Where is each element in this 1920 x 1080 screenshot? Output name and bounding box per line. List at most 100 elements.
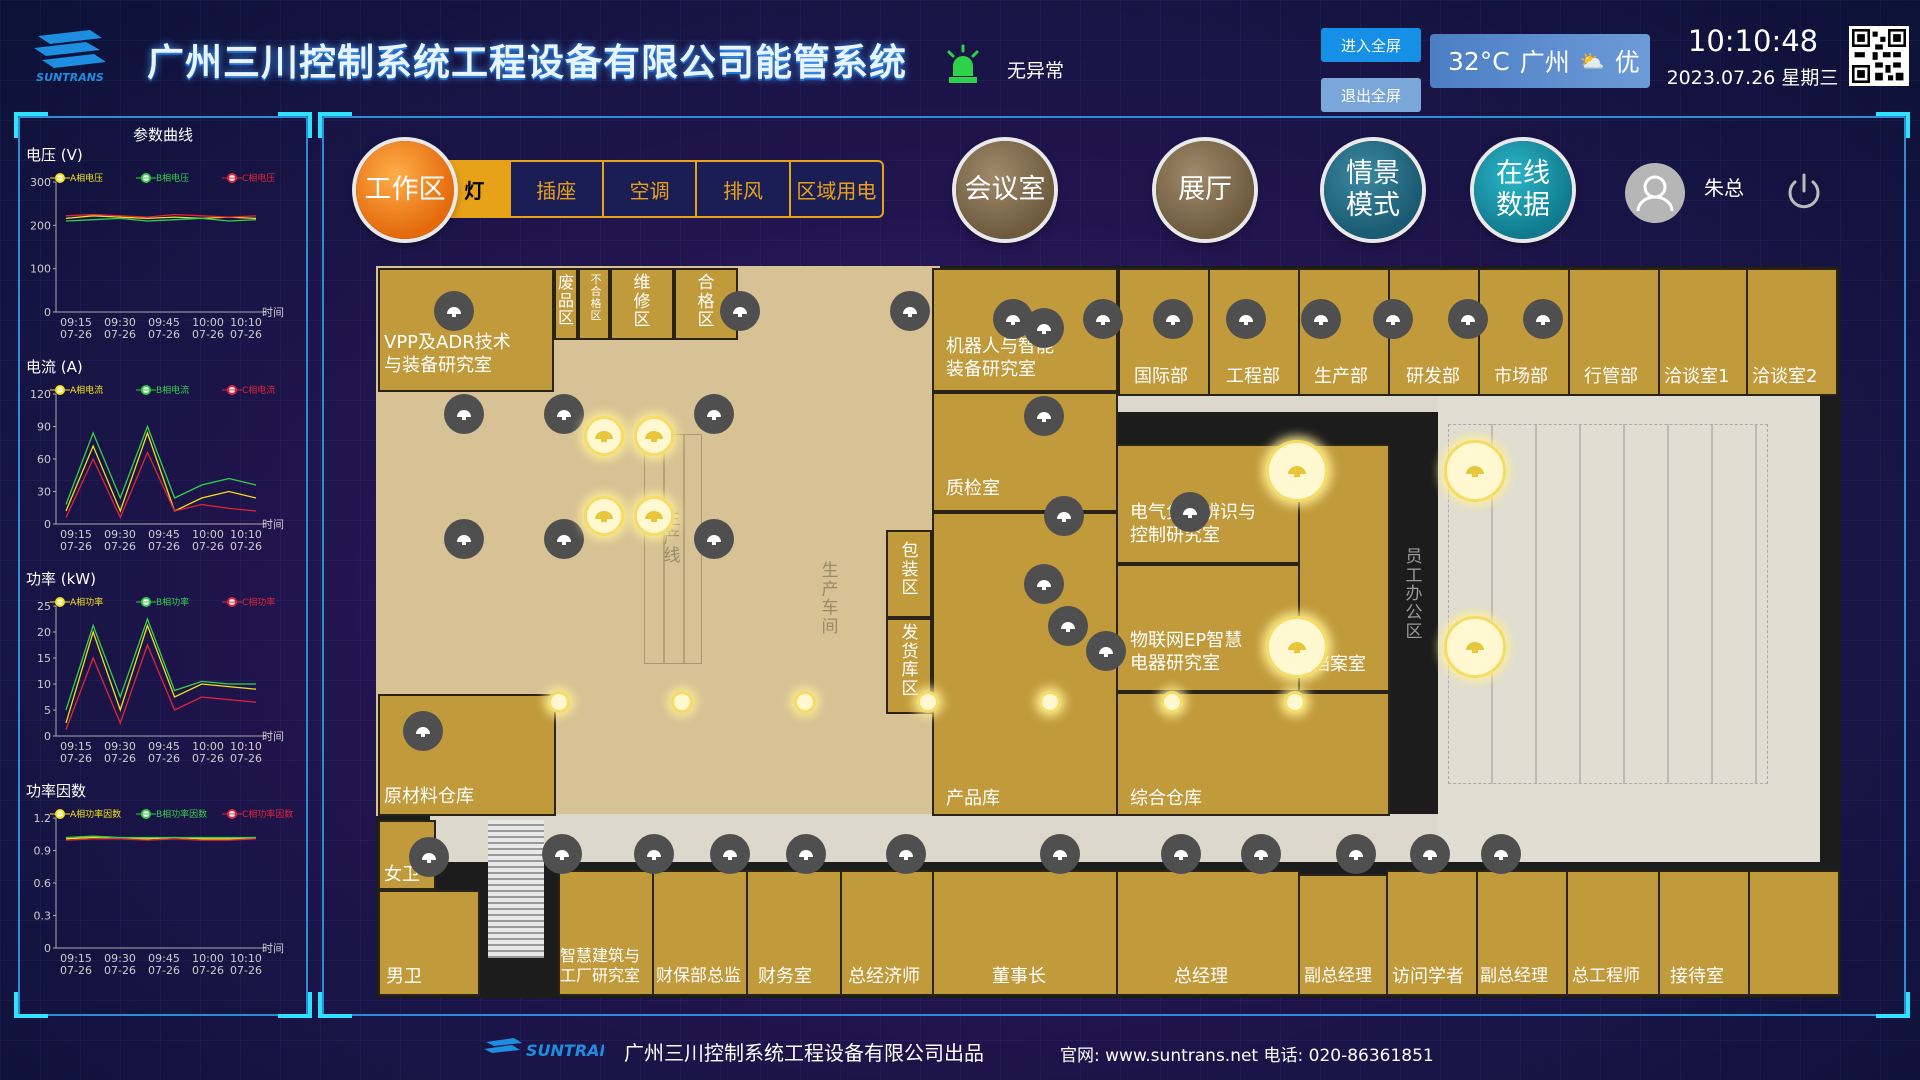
room-chairman[interactable]: 董事长 <box>932 870 1118 996</box>
scene-mode-button[interactable]: 情景 模式 <box>1324 141 1422 239</box>
room-repair[interactable]: 维修区 <box>610 268 674 340</box>
room-admin[interactable]: 行管部 <box>1568 268 1660 396</box>
lamp-off-icon[interactable] <box>786 834 826 874</box>
lamp-off-icon[interactable] <box>1448 299 1488 339</box>
x-tick-label: 07-26 <box>60 752 92 765</box>
label-staff-office: 员工办公区 <box>1405 547 1423 642</box>
lamp-off-icon[interactable] <box>444 394 484 434</box>
legend-label: C相功率 <box>242 596 275 608</box>
lamp-off-icon[interactable] <box>890 291 930 331</box>
lamp-off-icon[interactable] <box>694 519 734 559</box>
lamp-on-icon[interactable] <box>584 496 624 536</box>
lamp-off-icon[interactable] <box>1523 299 1563 339</box>
lamp-off-icon[interactable] <box>1024 564 1064 604</box>
room-smart-building[interactable]: 智慧建筑与 工厂研究室 <box>558 870 654 996</box>
exit-fullscreen-button[interactable]: 退出全屏 <box>1321 78 1421 112</box>
legend-label: B相功率因数 <box>156 808 207 820</box>
lamp-off-icon[interactable] <box>1481 834 1521 874</box>
lamp-off-icon[interactable] <box>1161 834 1201 874</box>
room-negotiation-1[interactable]: 洽谈室1 <box>1658 268 1748 396</box>
lamp-off-icon[interactable] <box>886 834 926 874</box>
lamp-off-icon[interactable] <box>1336 834 1376 874</box>
x-tick-label: 07-26 <box>230 752 262 765</box>
online-data-button[interactable]: 在线 数据 <box>1474 141 1572 239</box>
room-corner[interactable] <box>1748 870 1840 996</box>
y-tick-label: 0 <box>44 306 51 319</box>
lamp-off-icon[interactable] <box>710 834 750 874</box>
exhibition-hall-button[interactable]: 展厅 <box>1156 141 1254 239</box>
tab-area-power[interactable]: 区域用电 <box>791 162 882 216</box>
lamp-off-icon[interactable] <box>403 711 443 751</box>
lamp-on-icon[interactable] <box>584 416 624 456</box>
lamp-off-icon[interactable] <box>434 291 474 331</box>
lamp-on-icon[interactable] <box>1444 440 1506 502</box>
footer-contact: 官网: www.suntrans.net 电话: 020-86361851 <box>1060 1046 1434 1066</box>
lamp-on-icon[interactable] <box>1266 440 1328 502</box>
tab-socket[interactable]: 插座 <box>511 162 604 216</box>
room-vice-gm-2[interactable]: 副总经理 <box>1476 870 1568 996</box>
lamp-off-icon[interactable] <box>544 394 584 434</box>
lamp-off-icon[interactable] <box>1226 299 1266 339</box>
work-area-button[interactable]: 工作区 <box>356 141 454 239</box>
lamp-off-icon[interactable] <box>1153 299 1193 339</box>
room-vpp[interactable]: VPP及ADR技术 与装备研究室 <box>378 268 554 392</box>
lamp-off-icon[interactable] <box>720 291 760 331</box>
lamp-off-icon[interactable] <box>1048 606 1088 646</box>
lamp-off-icon[interactable] <box>444 519 484 559</box>
room-economist[interactable]: 总经济师 <box>840 870 934 996</box>
lamp-on-icon[interactable] <box>1266 616 1328 678</box>
lamp-off-icon[interactable] <box>542 834 582 874</box>
room-male-wc[interactable]: 男卫 <box>378 890 480 996</box>
room-gm[interactable]: 总经理 <box>1116 870 1300 996</box>
room-finance[interactable]: 财务室 <box>746 870 842 996</box>
meeting-room-button[interactable]: 会议室 <box>956 141 1054 239</box>
lamp-off-icon[interactable] <box>694 394 734 434</box>
lamp-off-icon[interactable] <box>1410 834 1450 874</box>
lamp-on-icon[interactable] <box>1161 691 1183 713</box>
room-negotiation-2[interactable]: 洽谈室2 <box>1746 268 1838 396</box>
lamp-on-icon[interactable] <box>1444 616 1506 678</box>
lamp-off-icon[interactable] <box>993 299 1033 339</box>
room-packing[interactable]: 包装区 <box>886 530 932 618</box>
room-visitor[interactable]: 访问学者 <box>1386 870 1478 996</box>
lamp-on-icon[interactable] <box>634 496 674 536</box>
x-tick-label: 07-26 <box>104 328 136 341</box>
room-reception[interactable]: 接待室 <box>1658 870 1750 996</box>
room-warehouse[interactable]: 综合仓库 <box>1116 692 1390 816</box>
lamp-off-icon[interactable] <box>1044 496 1084 536</box>
room-chief-engineer[interactable]: 总工程师 <box>1566 870 1660 996</box>
room-finance-director[interactable]: 财保部总监 <box>652 870 748 996</box>
lamp-on-icon[interactable] <box>917 691 939 713</box>
room-unqualified[interactable]: 不合格区 <box>578 268 610 340</box>
legend-label: C相电压 <box>242 172 275 184</box>
legend-label: A相电流 <box>70 384 103 396</box>
lamp-off-icon[interactable] <box>1373 299 1413 339</box>
room-raw-material[interactable]: 原材料仓库 <box>378 694 556 816</box>
power-icon[interactable] <box>1782 170 1826 214</box>
lamp-off-icon[interactable] <box>1083 299 1123 339</box>
lamp-on-icon[interactable] <box>671 691 693 713</box>
room-vice-gm-1[interactable]: 副总经理 <box>1298 874 1388 996</box>
lamp-off-icon[interactable] <box>634 834 674 874</box>
tab-aircon[interactable]: 空调 <box>604 162 698 216</box>
lamp-on-icon[interactable] <box>1039 691 1061 713</box>
lamp-off-icon[interactable] <box>544 519 584 559</box>
lamp-off-icon[interactable] <box>1170 492 1210 532</box>
enter-fullscreen-button[interactable]: 进入全屏 <box>1321 28 1421 62</box>
lamp-off-icon[interactable] <box>1241 834 1281 874</box>
lamp-off-icon[interactable] <box>1040 834 1080 874</box>
lamp-on-icon[interactable] <box>794 691 816 713</box>
lamp-on-icon[interactable] <box>548 691 570 713</box>
tab-exhaust[interactable]: 排风 <box>697 162 791 216</box>
lamp-off-icon[interactable] <box>1086 631 1126 671</box>
user-avatar[interactable] <box>1625 163 1685 223</box>
weather-widget: 32°C 广州 ⛅ 优 <box>1430 34 1650 88</box>
lamp-off-icon[interactable] <box>1301 299 1341 339</box>
lamp-on-icon[interactable] <box>634 416 674 456</box>
y-tick-label: 0.9 <box>34 845 52 858</box>
lamp-on-icon[interactable] <box>1284 691 1306 713</box>
series-line <box>65 623 257 724</box>
lamp-off-icon[interactable] <box>1024 396 1064 436</box>
lamp-off-icon[interactable] <box>409 837 449 877</box>
room-waste[interactable]: 废品区 <box>554 268 578 340</box>
